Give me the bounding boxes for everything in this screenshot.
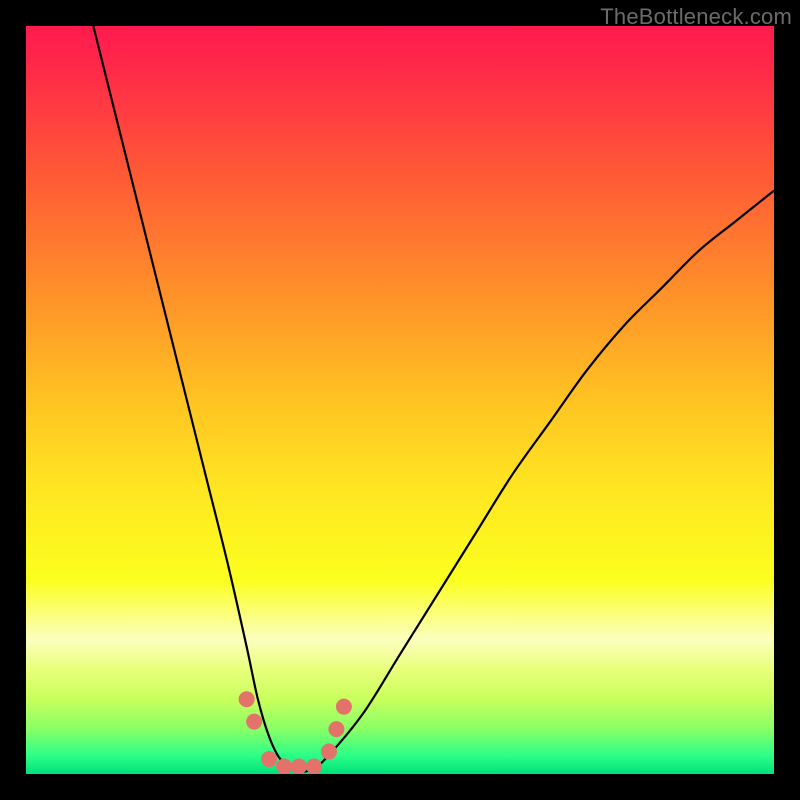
chart-point — [239, 691, 255, 707]
chart-point — [291, 759, 307, 774]
chart-frame — [26, 26, 774, 774]
chart-point — [261, 751, 277, 767]
chart-plot-area — [26, 26, 774, 774]
chart-point — [336, 699, 352, 715]
chart-point — [306, 759, 322, 774]
attribution-text: TheBottleneck.com — [600, 4, 792, 30]
chart-point — [328, 721, 344, 737]
chart-point — [276, 759, 292, 774]
chart-point — [321, 744, 337, 760]
chart-point — [246, 714, 262, 730]
chart-points — [26, 26, 774, 774]
